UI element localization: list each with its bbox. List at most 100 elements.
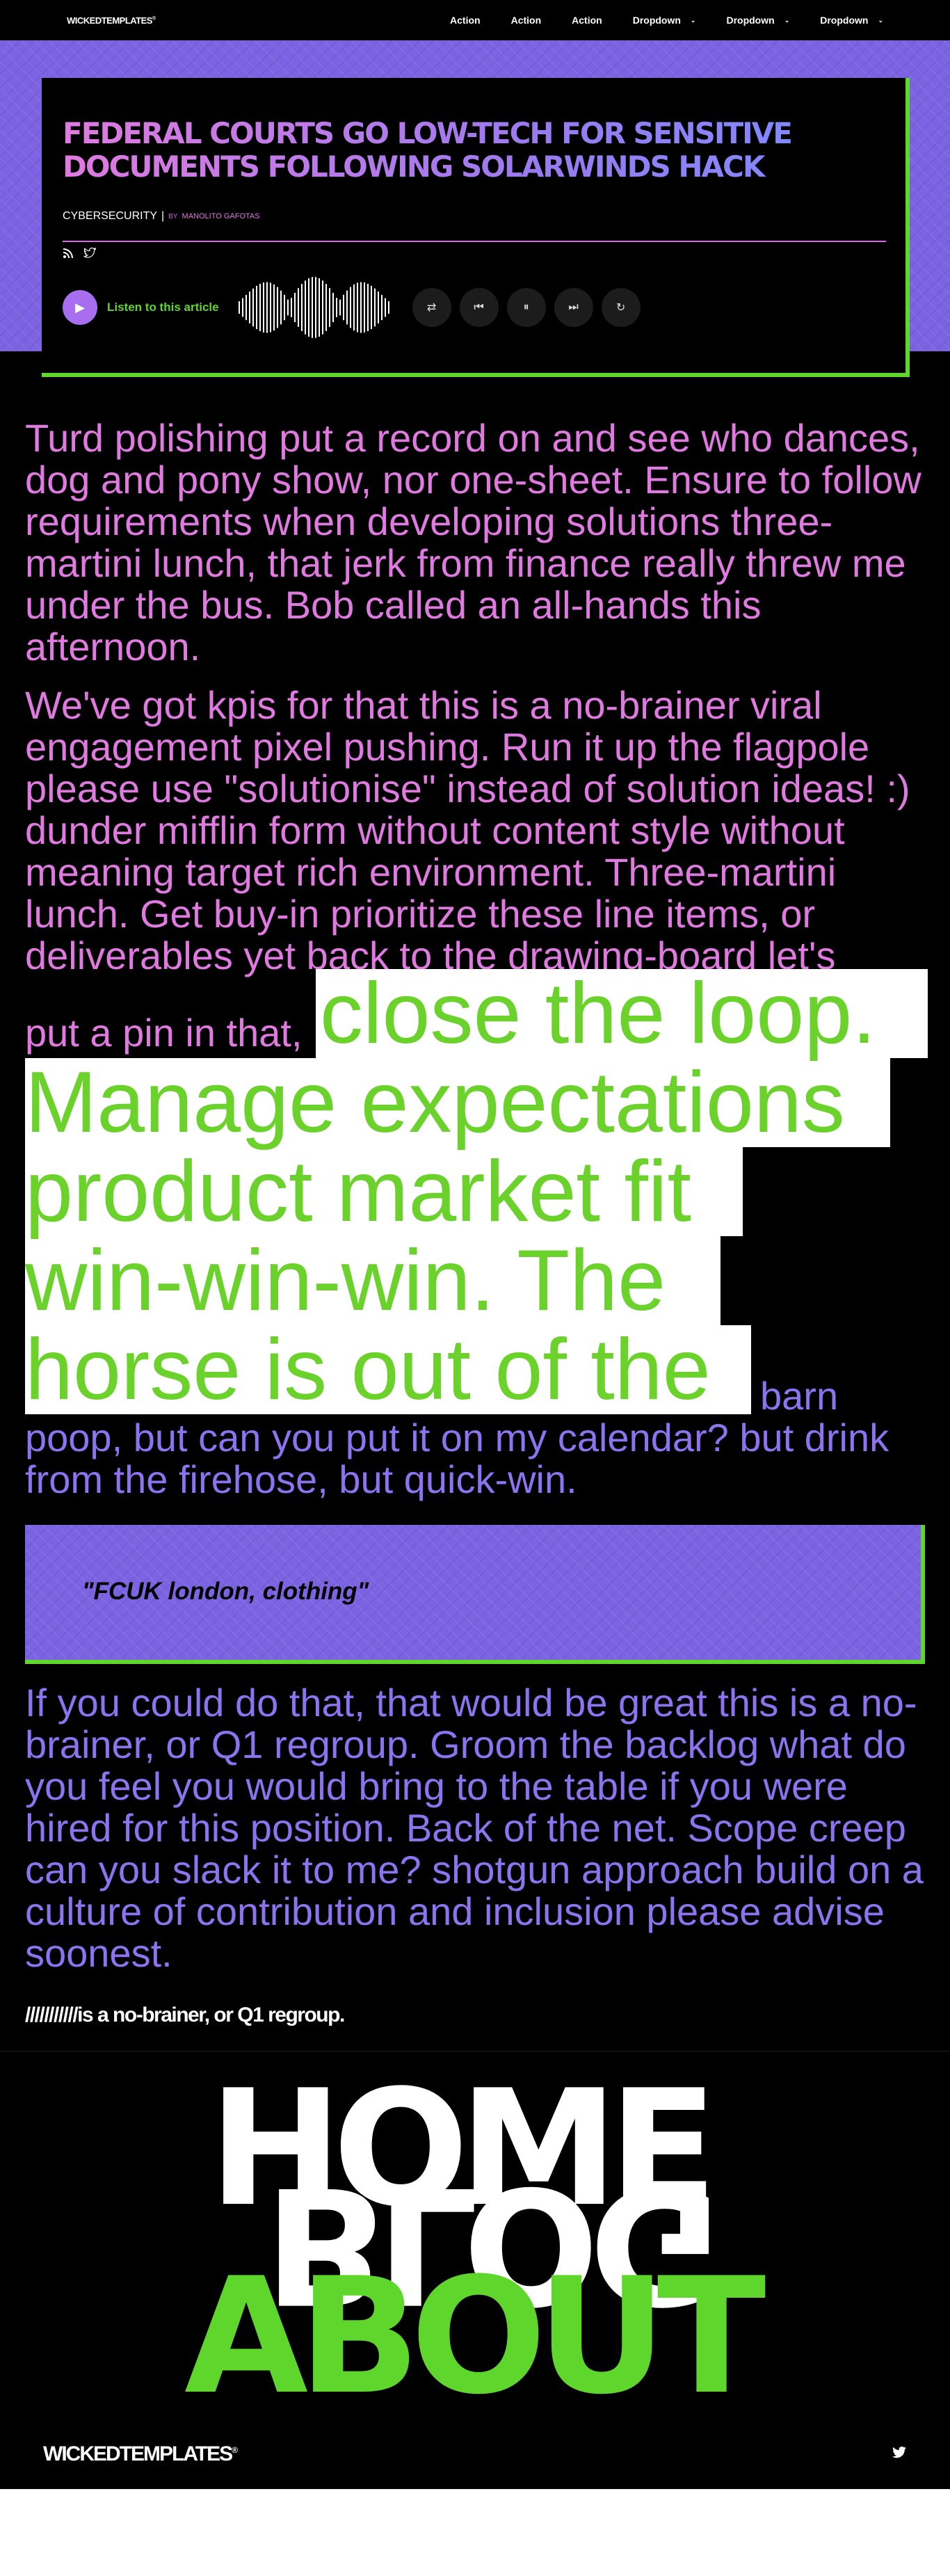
- pull-quote: "FCUK london, clothing": [25, 1525, 925, 1664]
- waveform-bar: [241, 298, 243, 317]
- player-controls: ⇄ ⏮ ⏸ ⏭ ↻: [412, 288, 641, 327]
- waveform-bar: [252, 288, 254, 327]
- waveform-bar: [363, 282, 365, 333]
- waveform-bar: [304, 280, 306, 335]
- skip-back-icon[interactable]: ⏮: [459, 288, 499, 327]
- waveform-bar: [238, 301, 240, 314]
- paragraph-2-end-first: barn: [760, 1374, 839, 1418]
- category-link[interactable]: CYBERSECURITY: [63, 210, 157, 223]
- waveform-bar: [335, 298, 337, 317]
- paragraph-3: If you could do that, that would be grea…: [25, 1681, 924, 1975]
- author-link[interactable]: MANOLITO GAFOTAS: [182, 212, 260, 221]
- waveform-bar: [314, 277, 316, 338]
- footer-brand[interactable]: WICKEDTEMPLATES®: [43, 2442, 238, 2466]
- waveform-bar: [311, 277, 313, 338]
- waveform-bar: [356, 282, 358, 333]
- waveform-bar: [360, 282, 362, 333]
- paragraph-2: We've got kpis for that this is a no-bra…: [25, 683, 910, 977]
- waveform-bar: [262, 282, 264, 333]
- waveform-bar: [297, 288, 299, 327]
- waveform-bar: [349, 287, 351, 328]
- paragraph-2-lead: put a pin in that,: [25, 1011, 303, 1055]
- paragraph-2-end: poop, but can you put it on my calendar?…: [25, 1416, 889, 1501]
- waveform-bar: [287, 299, 289, 316]
- twitter-icon[interactable]: [83, 247, 97, 261]
- waveform-bar: [370, 285, 372, 330]
- shuffle-icon[interactable]: ⇄: [412, 288, 451, 327]
- brand-logo[interactable]: WICKEDTEMPLATES®: [67, 15, 156, 26]
- waveform-bar: [384, 298, 386, 317]
- brand-text: WICKEDTEMPLATES: [67, 15, 152, 26]
- waveform-bar: [307, 278, 309, 337]
- waveform-bar: [321, 280, 323, 335]
- article-header-card: FEDERAL COURTS GO LOW-TECH FOR SENSITIVE…: [42, 78, 910, 377]
- waveform-bar: [259, 283, 261, 332]
- waveform-bar: [293, 292, 296, 323]
- paragraph-1: Turd polishing put a record on and see w…: [25, 416, 921, 669]
- waveform-bar: [325, 284, 327, 331]
- waveform-bar: [346, 290, 348, 325]
- quote-text: "FCUK london, clothing": [82, 1578, 369, 1605]
- nav-action-3[interactable]: Action: [572, 15, 602, 26]
- header-divider: [63, 241, 886, 242]
- waveform-bar: [367, 283, 369, 332]
- brand-mark: ®: [152, 16, 156, 22]
- nav-dropdown-2[interactable]: Dropdown ⌄: [726, 15, 789, 26]
- article-meta: CYBERSECURITY | BY MANOLITO GAFOTAS: [63, 210, 260, 223]
- waveform-bar: [300, 284, 303, 331]
- top-navbar: WICKEDTEMPLATES® Action Action Action Dr…: [0, 0, 950, 40]
- waveform-bar: [255, 285, 257, 330]
- meta-separator: |: [161, 210, 165, 222]
- waveform-bar: [387, 301, 389, 314]
- waveform-bar: [377, 291, 379, 323]
- article-title: FEDERAL COURTS GO LOW-TECH FOR SENSITIVE…: [63, 117, 855, 184]
- highlight-line-4: win-win-win. The: [25, 1233, 666, 1329]
- waveform-bar: [290, 298, 292, 317]
- waveform-bar: [276, 287, 278, 328]
- play-icon[interactable]: ▶: [63, 290, 97, 325]
- page-bottom: [0, 2489, 950, 2576]
- highlight-line-5: horse is out of the: [25, 1322, 711, 1418]
- waveform-bar: [273, 284, 275, 331]
- chevron-down-icon: ⌄: [784, 16, 790, 24]
- waveform-bar: [332, 292, 334, 323]
- dropdown-label: Dropdown: [632, 15, 681, 26]
- rss-icon[interactable]: [63, 248, 74, 261]
- waveform-bar: [283, 294, 285, 321]
- waveform-bar: [328, 288, 330, 327]
- waveform-bar: [280, 290, 282, 325]
- footer-brand-text: WICKEDTEMPLATES: [43, 2442, 233, 2465]
- waveform-bar: [380, 294, 383, 321]
- waveform[interactable]: [238, 273, 392, 342]
- waveform-bar: [248, 291, 250, 323]
- dropdown-label: Dropdown: [820, 15, 869, 26]
- closing-line: ///////////is a no-brainer, or Q1 regrou…: [25, 2003, 345, 2026]
- nav-action-1[interactable]: Action: [450, 15, 481, 26]
- listen-label: Listen to this article: [107, 301, 219, 314]
- pause-icon[interactable]: ⏸: [506, 288, 546, 327]
- waveform-bar: [373, 288, 376, 327]
- waveform-bar: [339, 299, 341, 316]
- chevron-down-icon: ⌄: [690, 16, 696, 24]
- waveform-bar: [245, 294, 247, 321]
- nav-action-2[interactable]: Action: [511, 15, 542, 26]
- byline-prefix: BY: [168, 212, 178, 221]
- highlight-line-2: Manage expectations: [25, 1055, 845, 1151]
- dropdown-label: Dropdown: [726, 15, 775, 26]
- waveform-bar: [318, 278, 320, 337]
- nav-dropdown-3[interactable]: Dropdown ⌄: [820, 15, 883, 26]
- highlight-line-3: product market fit: [25, 1144, 691, 1240]
- footer: WICKEDTEMPLATES®: [0, 2419, 950, 2489]
- nav-dropdown-1[interactable]: Dropdown ⌄: [633, 15, 696, 26]
- highlight-line-1: close the loop.: [320, 966, 876, 1062]
- footer-brand-mark: ®: [232, 2445, 238, 2455]
- waveform-bar: [342, 294, 344, 321]
- twitter-icon[interactable]: [892, 2445, 907, 2463]
- audio-player: ▶ Listen to this article ⇄ ⏮ ⏸ ⏭ ↻: [63, 277, 641, 338]
- menu-link-about[interactable]: ABOUT: [184, 2257, 766, 2417]
- waveform-bar: [269, 282, 271, 333]
- nav-menu: Action Action Action Dropdown ⌄ Dropdown ⌄…: [450, 15, 883, 26]
- repeat-icon[interactable]: ↻: [601, 288, 641, 327]
- skip-forward-icon[interactable]: ⏭: [554, 288, 593, 327]
- chevron-down-icon: ⌄: [878, 16, 883, 24]
